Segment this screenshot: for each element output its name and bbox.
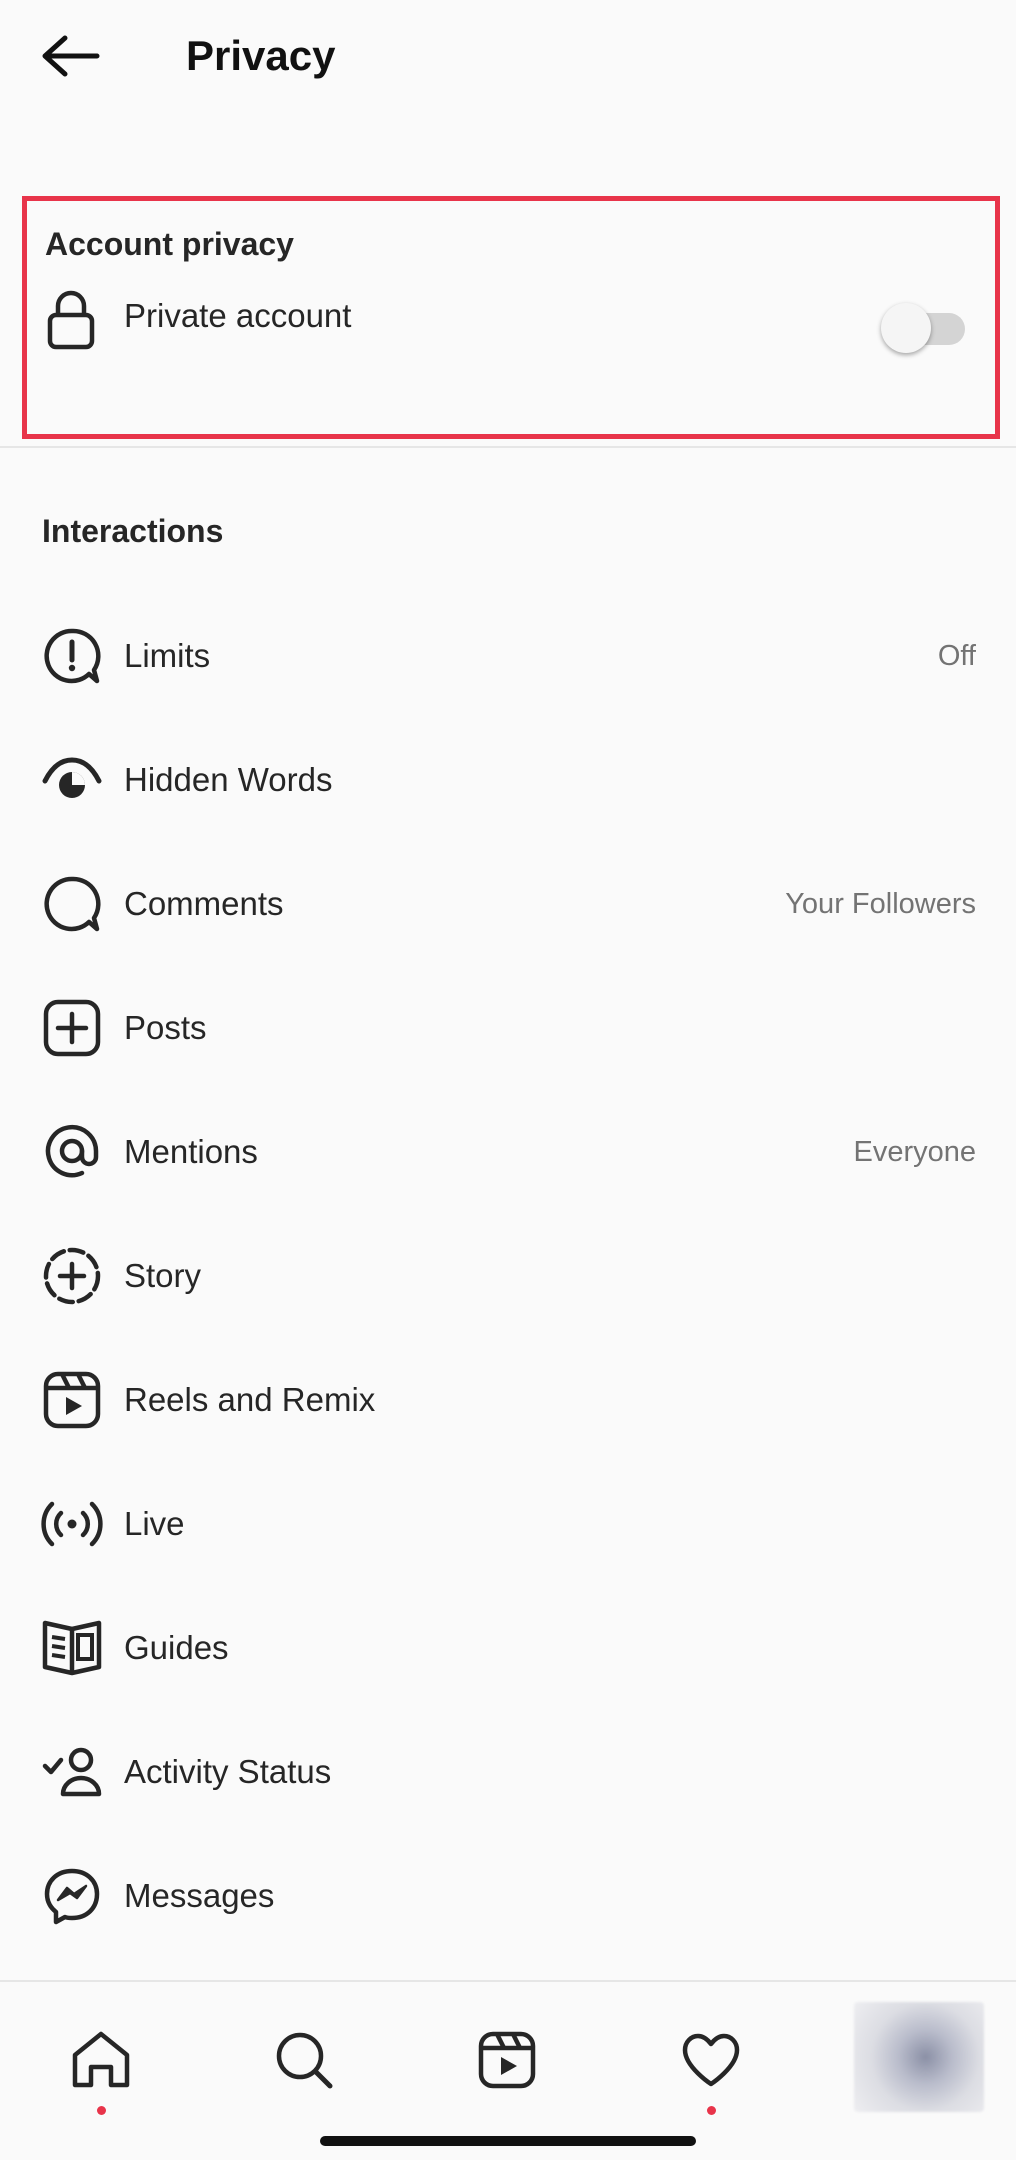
guides-row[interactable]: Guides [0,1586,1016,1710]
interactions-heading: Interactions [42,513,224,549]
reels-icon [40,1368,104,1432]
nav-activity[interactable] [656,2004,766,2116]
account-privacy-heading: Account privacy [45,226,294,262]
activity-notification-dot [707,2106,716,2115]
story-label: Story [124,1257,202,1294]
messages-label: Messages [124,1877,275,1914]
mentions-label: Mentions [124,1133,258,1170]
heart-icon [682,2033,740,2087]
arrow-left-icon [42,35,100,77]
nav-home[interactable] [46,2004,156,2116]
at-sign-icon [40,1120,104,1184]
limits-label: Limits [124,637,211,674]
bottom-navigation [0,1982,1016,2160]
live-icon [40,1492,104,1556]
page-title: Privacy [186,32,336,79]
posts-row[interactable]: Posts [0,966,1016,1090]
limits-value: Off [937,639,976,672]
comment-icon [40,872,104,936]
limits-icon [40,624,104,688]
activity-status-label: Activity Status [124,1753,332,1790]
posts-label: Posts [124,1009,207,1046]
nav-reels[interactable] [452,2004,562,2116]
hidden-words-icon [40,748,104,812]
section-divider [0,446,1016,448]
guides-label: Guides [124,1629,229,1666]
comments-value: Your Followers [785,887,976,920]
live-label: Live [124,1505,185,1542]
lock-icon [41,285,101,355]
search-icon [276,2032,333,2089]
private-account-label: Private account [124,297,352,334]
home-icon [72,2031,130,2088]
private-account-toggle[interactable] [873,303,969,353]
account-privacy-section: Account privacy Private account [22,196,1000,439]
private-account-row[interactable]: Private account [27,265,995,375]
reels-remix-label: Reels and Remix [124,1381,376,1418]
top-bar: Privacy [0,0,1016,112]
home-notification-dot [97,2106,106,2115]
reels-remix-row[interactable]: Reels and Remix [0,1338,1016,1462]
back-button[interactable] [36,26,106,86]
live-row[interactable]: Live [0,1462,1016,1586]
messages-row[interactable]: Messages [0,1834,1016,1958]
mentions-value: Everyone [853,1135,976,1168]
mentions-row[interactable]: Mentions Everyone [0,1090,1016,1214]
story-icon [40,1244,104,1308]
story-row[interactable]: Story [0,1214,1016,1338]
hidden-words-label: Hidden Words [124,761,333,798]
hidden-words-row[interactable]: Hidden Words [0,718,1016,842]
reels-icon [478,2031,536,2089]
profile-avatar[interactable] [854,2002,984,2112]
messenger-icon [40,1864,104,1928]
activity-status-row[interactable]: Activity Status [0,1710,1016,1834]
home-indicator [320,2136,696,2146]
toggle-knob [881,303,931,353]
guides-icon [40,1616,104,1680]
add-post-icon [40,996,104,1060]
comments-label: Comments [124,885,284,922]
activity-status-icon [40,1740,104,1804]
comments-row[interactable]: Comments Your Followers [0,842,1016,966]
nav-search[interactable] [249,2004,359,2116]
limits-row[interactable]: Limits Off [0,594,1016,718]
